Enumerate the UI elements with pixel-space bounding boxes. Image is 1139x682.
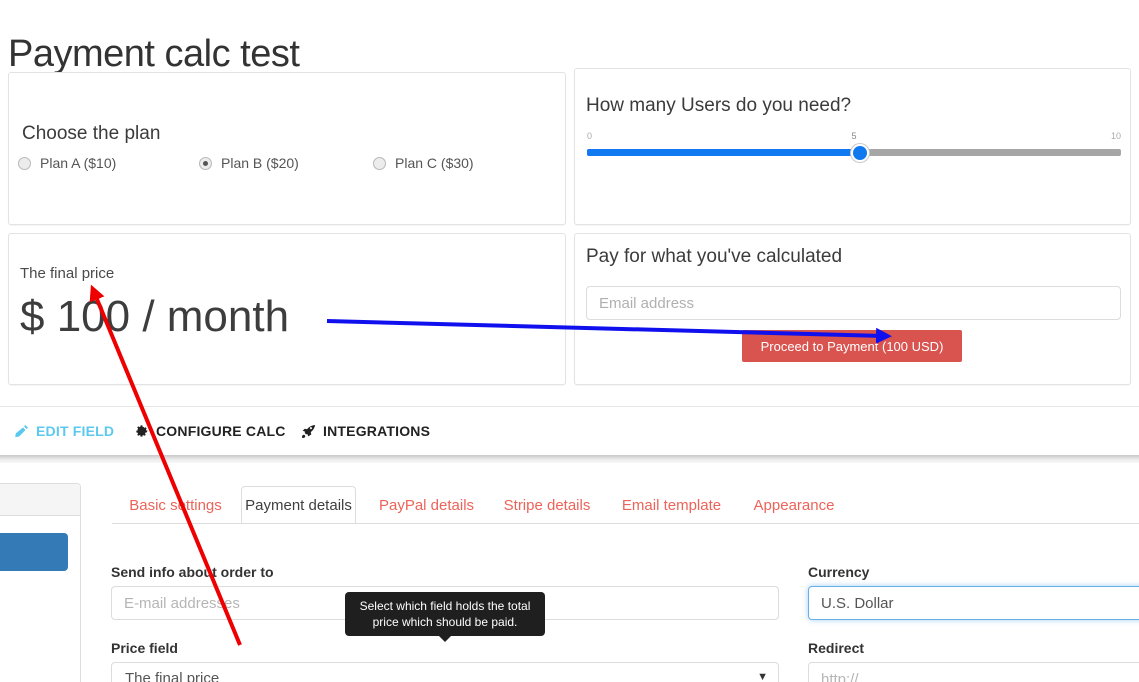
final-price-value: $ 100 / month xyxy=(20,292,290,341)
side-panel-header xyxy=(0,484,80,516)
pay-card-title: Pay for what you've calculated xyxy=(586,246,843,267)
users-slider[interactable]: 0 10 5 xyxy=(587,131,1121,171)
plan-options-row: Plan A ($10) Plan B ($20) Plan C ($30) xyxy=(10,155,550,177)
radio-icon-plan-b[interactable] xyxy=(199,156,212,170)
plan-option-a[interactable]: Plan A ($10) xyxy=(18,155,116,171)
toolbar-item-integrations-label: INTEGRATIONS xyxy=(323,423,431,439)
users-card-title: How many Users do you need? xyxy=(586,95,852,116)
section-divider xyxy=(0,455,1139,463)
pay-card: Pay for what you've calculated Proceed t… xyxy=(574,233,1131,385)
gear-icon xyxy=(134,424,149,439)
rocket-icon xyxy=(301,424,316,439)
slider-handle[interactable] xyxy=(851,144,869,162)
plan-option-b-label: Plan B ($20) xyxy=(221,155,299,171)
email-address-input[interactable] xyxy=(586,286,1121,320)
side-panel xyxy=(0,483,81,682)
tab-payment-details[interactable]: Payment details xyxy=(241,486,356,524)
tab-email-template[interactable]: Email template xyxy=(614,486,729,524)
plan-option-a-label: Plan A ($10) xyxy=(40,155,117,171)
redirect-input[interactable] xyxy=(808,662,1139,682)
redirect-label: Redirect xyxy=(808,640,865,656)
slider-current-label: 5 xyxy=(851,131,857,141)
settings-content-panel: Basic settings Payment details PayPal de… xyxy=(97,486,1139,682)
currency-label: Currency xyxy=(808,564,870,580)
toolbar-item-edit-field[interactable]: EDIT FIELD xyxy=(14,423,114,439)
slider-fill xyxy=(587,149,853,156)
side-panel-primary-button[interactable] xyxy=(0,533,68,571)
price-field-tooltip: Select which field holds the total price… xyxy=(345,592,545,642)
tab-stripe-details[interactable]: Stripe details xyxy=(496,486,598,524)
toolbar-item-integrations[interactable]: INTEGRATIONS xyxy=(301,423,430,439)
pencil-icon xyxy=(14,424,29,439)
tabs-underline xyxy=(112,523,1139,524)
send-info-label: Send info about order to xyxy=(111,564,274,580)
radio-icon-plan-a[interactable] xyxy=(18,156,31,170)
plan-option-c[interactable]: Plan C ($30) xyxy=(373,155,474,171)
tab-basic-settings[interactable]: Basic settings xyxy=(122,486,229,524)
radio-icon-plan-c[interactable] xyxy=(373,156,386,170)
plan-option-c-label: Plan C ($30) xyxy=(395,155,474,171)
toolbar-item-edit-field-label: EDIT FIELD xyxy=(36,423,115,439)
plan-option-b[interactable]: Plan B ($20) xyxy=(199,155,299,171)
tab-paypal-details[interactable]: PayPal details xyxy=(373,486,480,524)
choose-plan-card: Choose the plan xyxy=(8,72,566,225)
price-field-select[interactable]: The final price ▼ xyxy=(111,662,779,682)
settings-area: Basic settings Payment details PayPal de… xyxy=(0,463,1139,682)
toolbar-item-configure-calc[interactable]: CONFIGURE CALC xyxy=(134,423,286,439)
choose-plan-title: Choose the plan xyxy=(22,123,161,144)
final-price-card: The final price $ 100 / month xyxy=(8,233,566,385)
users-card: How many Users do you need? 0 10 5 5 xyxy=(574,68,1131,268)
currency-input[interactable] xyxy=(808,586,1139,620)
toolbar-item-configure-calc-label: CONFIGURE CALC xyxy=(156,423,286,439)
price-field-value: The final price xyxy=(125,670,220,682)
slider-max-label: 10 xyxy=(1110,131,1121,141)
slider-min-label: 0 xyxy=(587,131,593,141)
app-root: Payment calc test Choose the plan Plan A… xyxy=(0,0,1139,682)
proceed-to-payment-button[interactable]: Proceed to Payment (100 USD) xyxy=(742,330,962,362)
form-column-right: Currency Redirect xyxy=(808,564,1139,682)
final-price-label: The final price xyxy=(20,265,115,282)
tab-appearance[interactable]: Appearance xyxy=(745,486,843,524)
chevron-down-icon: ▼ xyxy=(757,671,768,682)
price-field-label: Price field xyxy=(111,640,178,656)
editor-toolbar: EDIT FIELD CONFIGURE CALC INTEGRATIONS xyxy=(0,406,1139,455)
